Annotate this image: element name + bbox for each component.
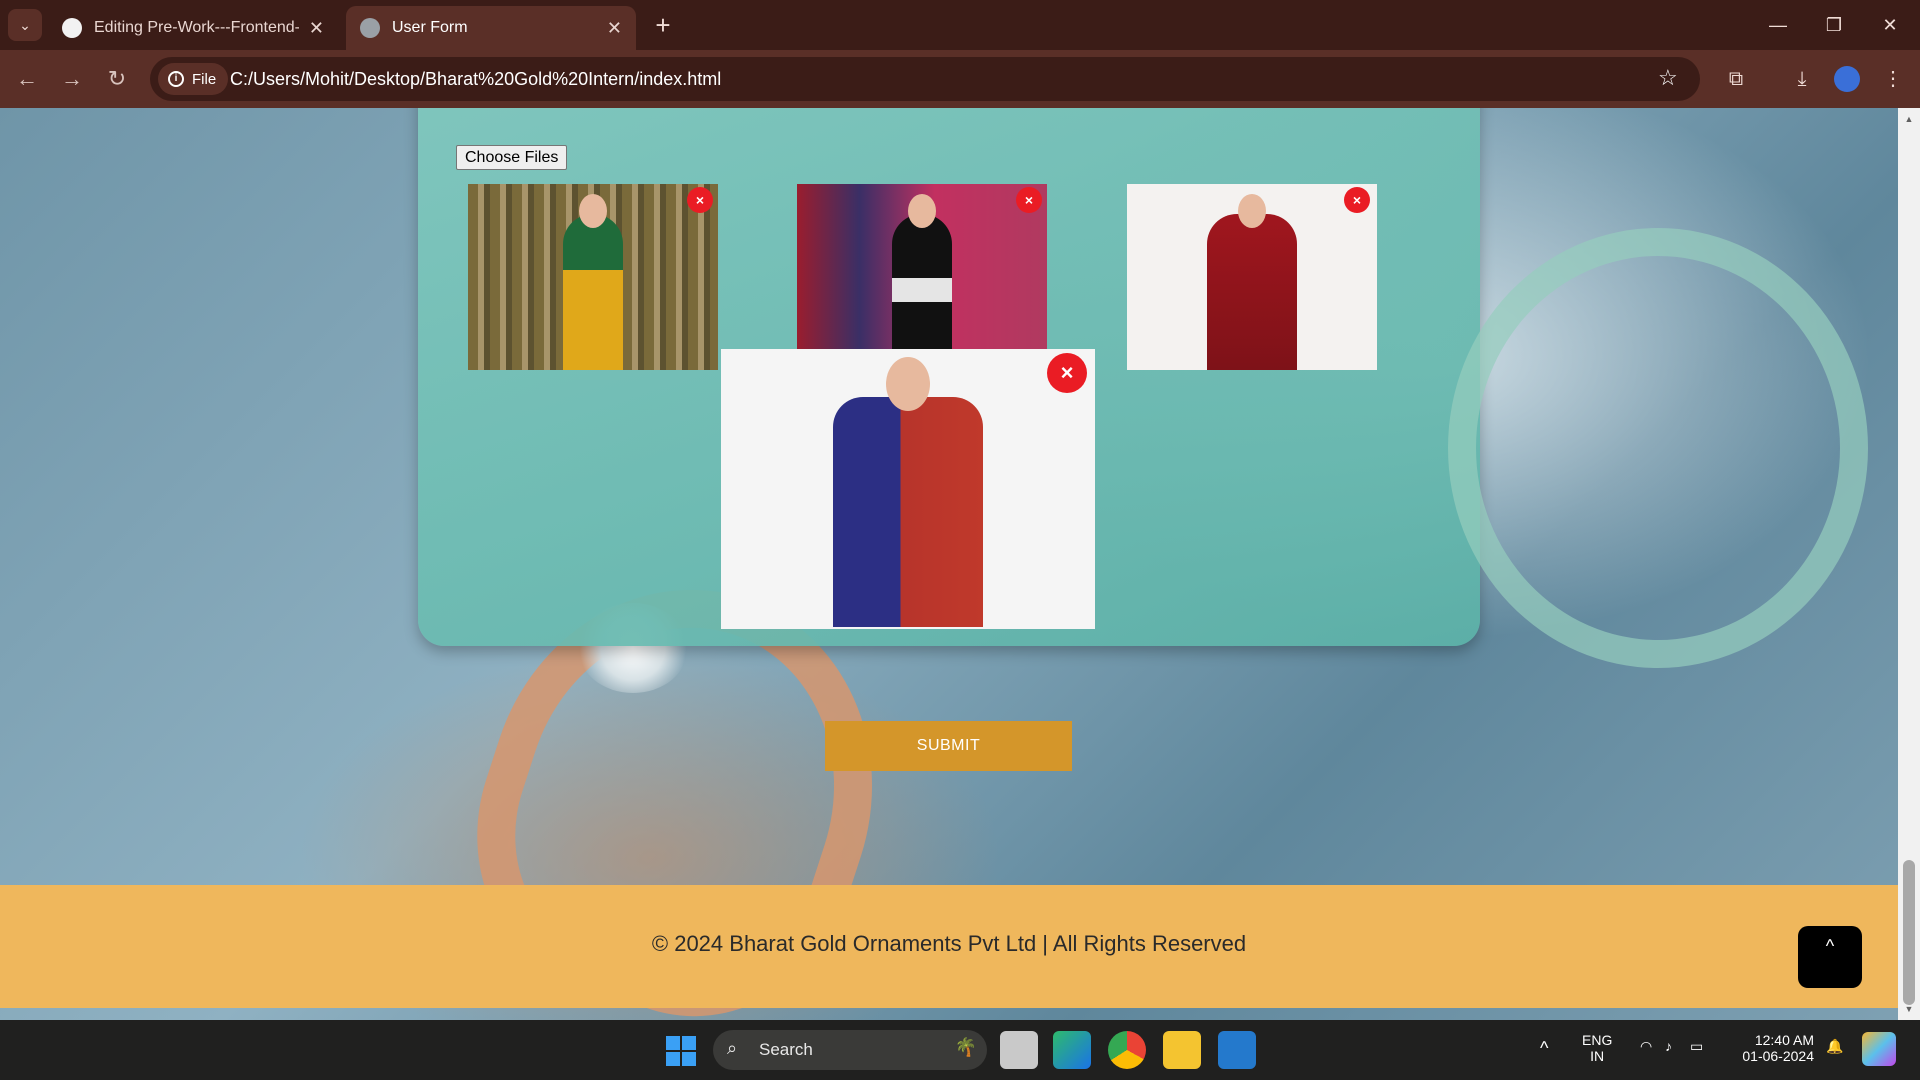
card-ring-decoration	[1448, 228, 1868, 668]
close-tab-icon[interactable]: ✕	[309, 18, 324, 39]
info-icon: i	[168, 71, 184, 87]
tab-strip: ⌄ Editing Pre-Work---Frontend-D ✕ User F…	[0, 0, 1920, 50]
submit-button[interactable]: SUBMIT	[825, 721, 1072, 771]
remove-image-1-icon[interactable]: ×	[687, 187, 713, 213]
browser-toolbar: ← → ↻ i File C:/Users/Mohit/Desktop/Bhar…	[0, 50, 1920, 108]
scroll-up-arrow-icon[interactable]: ▲	[1903, 114, 1915, 124]
image-preview-2[interactable]	[797, 184, 1047, 350]
github-icon	[62, 18, 82, 38]
clock[interactable]: 12:40 AM 01-06-2024	[1734, 1032, 1814, 1064]
tab-user-form[interactable]: User Form ✕	[346, 6, 636, 50]
site-info-label: File	[192, 70, 217, 88]
reload-icon[interactable]: ↻	[100, 62, 134, 96]
wifi-icon[interactable]: ◠	[1640, 1038, 1652, 1055]
site-info-chip[interactable]: i File	[158, 63, 229, 95]
tab-title: User Form	[392, 19, 468, 36]
saree-figure	[563, 214, 623, 370]
choose-files-button[interactable]: Choose Files	[456, 145, 568, 170]
task-view-icon[interactable]	[1000, 1031, 1038, 1069]
globe-icon	[360, 18, 380, 38]
menu-kebab-icon[interactable]: ⋮	[1878, 64, 1908, 94]
figure-head	[908, 194, 936, 228]
copyright-text: © 2024 Bharat Gold Ornaments Pvt Ltd | A…	[651, 931, 1247, 956]
chrome-icon[interactable]	[1108, 1031, 1146, 1069]
saree-figure	[833, 397, 983, 627]
remove-image-2-icon[interactable]: ×	[1016, 187, 1042, 213]
clock-date: 01-06-2024	[1742, 1048, 1814, 1064]
taskbar-search-box[interactable]: ⌕ Search 🌴	[713, 1030, 987, 1070]
bookmark-star-icon[interactable]: ☆	[1658, 65, 1678, 91]
search-icon: ⌕	[727, 1038, 738, 1058]
tab-title: Editing Pre-Work---Frontend-D	[94, 19, 299, 36]
scrollbar-thumb[interactable]	[1903, 860, 1915, 1005]
figure-head	[886, 357, 930, 411]
extensions-icon[interactable]: ⧉	[1721, 64, 1751, 94]
profile-avatar[interactable]	[1834, 66, 1860, 92]
clock-time: 12:40 AM	[1754, 1032, 1814, 1048]
image-preview-4-enlarged[interactable]	[721, 349, 1095, 629]
remove-image-3-icon[interactable]: ×	[1344, 187, 1370, 213]
vertical-scrollbar[interactable]: ▲ ▼	[1898, 108, 1920, 1020]
volume-icon[interactable]: ♪	[1665, 1038, 1672, 1054]
figure-head	[1238, 194, 1266, 228]
url-text[interactable]: C:/Users/Mohit/Desktop/Bharat%20Gold%20I…	[230, 69, 721, 90]
figure-head	[579, 194, 607, 228]
scroll-down-arrow-icon[interactable]: ▼	[1903, 1004, 1915, 1014]
scroll-to-top-button[interactable]: ^	[1798, 926, 1862, 988]
minimize-icon[interactable]: —	[1750, 8, 1806, 42]
tab-editing-prework[interactable]: Editing Pre-Work---Frontend-D ✕	[48, 6, 338, 50]
download-icon[interactable]: ⤓	[1787, 64, 1817, 94]
notification-bell-icon[interactable]: 🔔	[1826, 1038, 1843, 1055]
saree-figure	[1207, 214, 1297, 370]
page-footer: © 2024 Bharat Gold Ornaments Pvt Ltd | A…	[0, 885, 1920, 1008]
show-hidden-icons-chevron-icon[interactable]: ^	[1540, 1038, 1548, 1059]
copilot-icon[interactable]	[1862, 1032, 1896, 1066]
saree-figure	[892, 214, 952, 350]
battery-icon[interactable]: ▭	[1690, 1038, 1703, 1055]
image-preview-1[interactable]	[468, 184, 718, 370]
address-bar[interactable]: i File C:/Users/Mohit/Desktop/Bharat%20G…	[150, 57, 1700, 101]
close-tab-icon[interactable]: ✕	[607, 18, 622, 39]
close-window-icon[interactable]: ✕	[1862, 8, 1918, 42]
windows-start-icon[interactable]	[666, 1036, 696, 1066]
remove-image-4-icon[interactable]: ×	[1047, 353, 1087, 393]
edge-icon[interactable]	[1053, 1031, 1091, 1069]
page-viewport: Choose Files × × × × SUBMIT © 2024 Bhara…	[0, 108, 1920, 1020]
restore-icon[interactable]: ❐	[1806, 8, 1862, 42]
language-indicator[interactable]: ENG IN	[1582, 1032, 1612, 1064]
back-icon[interactable]: ←	[10, 62, 44, 96]
search-label: Search	[759, 1040, 813, 1059]
image-preview-3[interactable]	[1127, 184, 1377, 370]
region-code: IN	[1590, 1048, 1605, 1064]
vscode-icon[interactable]	[1218, 1031, 1256, 1069]
language-code: ENG	[1582, 1032, 1613, 1048]
windows-taskbar: ⌕ Search 🌴 ^ ENG IN ◠ ♪ ▭ 12:40 AM 01-06…	[0, 1020, 1920, 1080]
tab-search-button[interactable]: ⌄	[8, 9, 42, 41]
forward-icon[interactable]: →	[55, 62, 89, 96]
search-highlight-icon: 🌴	[954, 1037, 977, 1057]
file-explorer-icon[interactable]	[1163, 1031, 1201, 1069]
new-tab-button[interactable]: +	[650, 10, 676, 40]
